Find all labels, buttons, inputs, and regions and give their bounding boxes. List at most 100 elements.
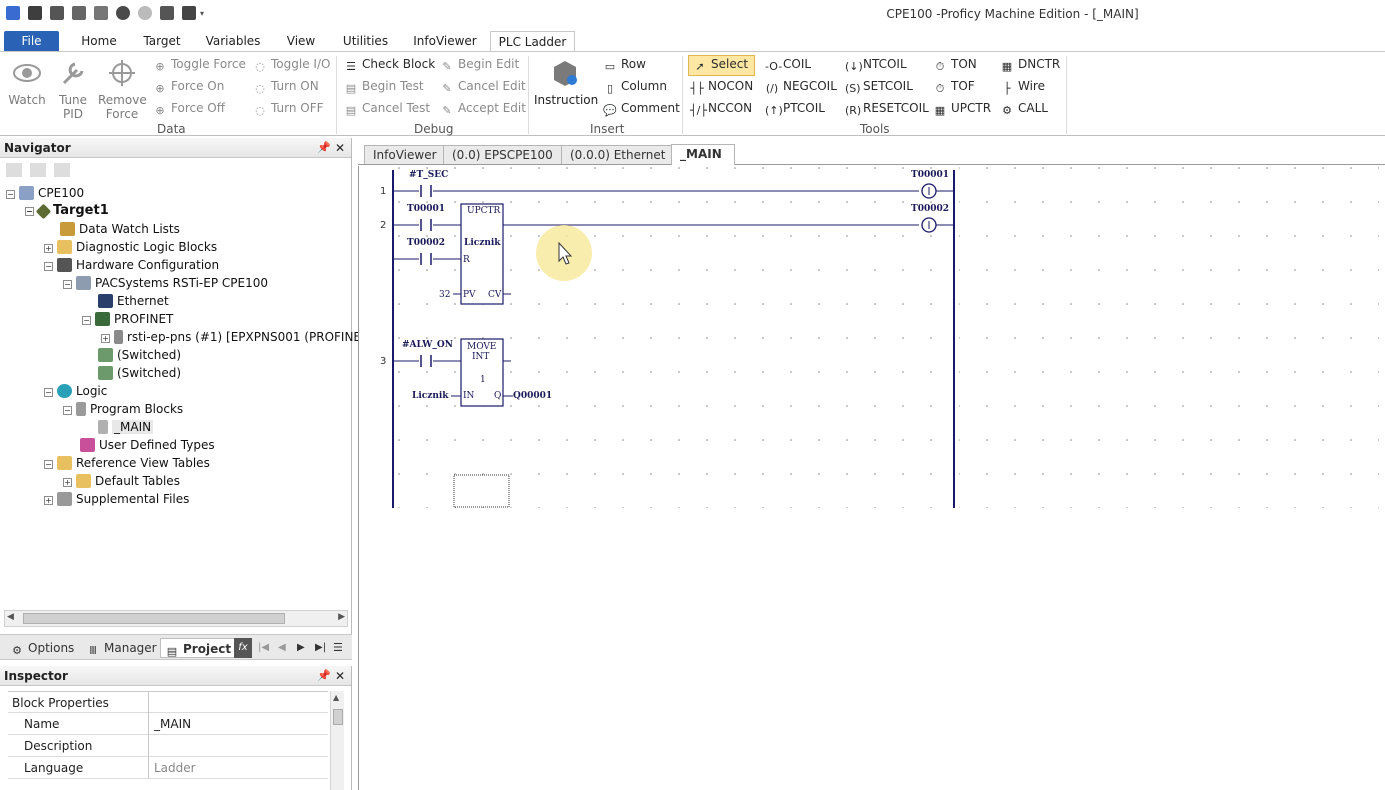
prev-icon[interactable]: ◀ xyxy=(278,638,286,658)
doc-tab-infoviewer[interactable]: InfoViewer xyxy=(364,145,446,164)
tree-item-reference-view-tables[interactable]: − Reference View Tables xyxy=(44,454,210,472)
accept-edit-button[interactable]: ✎ Accept Edit xyxy=(440,101,526,118)
pin-icon[interactable]: 📌 xyxy=(317,138,331,158)
watch-button[interactable]: Watch xyxy=(6,58,48,107)
nocon-tool-button[interactable]: ┤├ NOCON xyxy=(690,79,753,96)
setcoil-tool-button[interactable]: (S) SETCOIL xyxy=(845,79,913,96)
collapse-icon[interactable]: − xyxy=(63,280,72,289)
tree-item-user-defined-types[interactable]: User Defined Types xyxy=(80,436,215,454)
collapse-icon[interactable]: − xyxy=(44,388,53,397)
expand-icon[interactable]: + xyxy=(44,244,53,253)
next-icon[interactable]: ▶ xyxy=(297,638,305,658)
expand-icon[interactable]: + xyxy=(44,496,53,505)
tree-item-default-tables[interactable]: + Default Tables xyxy=(63,472,180,490)
qat-dropdown-icon[interactable]: ▾ xyxy=(200,9,208,18)
tab-fx[interactable]: fx xyxy=(234,638,252,658)
inspector-scrollbar[interactable]: ▲ xyxy=(330,691,344,790)
expand-icon[interactable]: + xyxy=(63,478,72,487)
turn-on-button[interactable]: ◌ Turn ON xyxy=(253,79,319,96)
menu-icon[interactable]: ☰ xyxy=(333,638,343,658)
select-tool-button[interactable]: ➚ Select xyxy=(688,55,756,76)
tree-item-profinet[interactable]: − PROFINET xyxy=(82,310,173,328)
tab-utilities[interactable]: Utilities xyxy=(338,31,393,52)
toggle-io-button[interactable]: ◌ Toggle I/O xyxy=(253,57,330,74)
tree-item-target1[interactable]: − Target1 xyxy=(25,202,109,220)
tree-item-rsti-ep-pns[interactable]: + rsti-ep-pns (#1) [EPXPNS001 (PROFINET xyxy=(101,328,368,346)
last-icon[interactable]: ▶| xyxy=(315,638,326,658)
instruction-button[interactable]: Instruction xyxy=(534,58,598,107)
ptcoil-tool-button[interactable]: (↑)PTCOIL xyxy=(765,101,825,118)
upctr-block[interactable] xyxy=(460,203,504,305)
cancel-test-button[interactable]: ▤ Cancel Test xyxy=(344,101,430,118)
tab-file[interactable]: File xyxy=(4,31,59,52)
force-off-button[interactable]: ⊕ Force Off xyxy=(153,101,225,118)
collapse-icon[interactable]: − xyxy=(44,262,53,271)
tree-item-program-blocks[interactable]: − Program Blocks xyxy=(63,400,183,418)
tree-item-ethernet[interactable]: Ethernet xyxy=(98,292,169,310)
refresh-icon[interactable] xyxy=(116,6,130,20)
tab-variables[interactable]: Variables xyxy=(203,31,263,52)
tree-item-pacsystems[interactable]: − PACSystems RSTi-EP CPE100 xyxy=(63,274,268,292)
coil-tool-button[interactable]: -O-COIL xyxy=(765,57,811,74)
stop-icon[interactable] xyxy=(138,6,152,20)
collapse-icon[interactable]: − xyxy=(44,460,53,469)
tab-manager[interactable]: Ⅲ Manager xyxy=(86,638,156,658)
save-icon[interactable] xyxy=(28,6,42,20)
tree-item-diagnostic-logic-blocks[interactable]: + Diagnostic Logic Blocks xyxy=(44,238,217,256)
scrollbar-thumb[interactable] xyxy=(23,613,285,624)
turn-off-button[interactable]: ◌ Turn OFF xyxy=(253,101,323,118)
row-button[interactable]: ▭ Row xyxy=(603,57,646,74)
view-icon[interactable] xyxy=(29,163,46,177)
inspector-row-language[interactable]: Language Ladder xyxy=(8,757,328,779)
check-block-button[interactable]: ☰ Check Block xyxy=(344,57,435,74)
collapse-icon[interactable]: − xyxy=(82,316,91,325)
scrollbar-thumb[interactable] xyxy=(333,709,343,725)
upctr-tool-button[interactable]: ▦ UPCTR xyxy=(933,101,991,118)
remove-force-button[interactable]: Remove Force xyxy=(98,58,147,121)
toggle-force-button[interactable]: ⊕ Toggle Force xyxy=(153,57,245,74)
tree-item-main[interactable]: _MAIN xyxy=(98,418,154,436)
wire-tool-button[interactable]: ├ Wire xyxy=(1000,79,1045,96)
tree-item-logic[interactable]: − Logic xyxy=(44,382,107,400)
save-all-icon[interactable] xyxy=(50,6,64,20)
horizontal-scrollbar[interactable]: ◀ ▶ xyxy=(4,610,348,627)
begin-test-button[interactable]: ▤ Begin Test xyxy=(344,79,424,96)
negcoil-tool-button[interactable]: (/) NEGCOIL xyxy=(765,79,837,96)
scroll-left-icon[interactable]: ◀ xyxy=(7,612,14,622)
begin-edit-button[interactable]: ✎ Begin Edit xyxy=(440,57,519,74)
tab-view[interactable]: View xyxy=(281,31,321,52)
doc-tab-ethernet[interactable]: (0.0.0) Ethernet xyxy=(561,145,675,164)
settings-icon[interactable] xyxy=(94,6,108,20)
tree-item-data-watch-lists[interactable]: Data Watch Lists xyxy=(60,220,180,238)
view-icon[interactable] xyxy=(53,163,70,177)
scroll-right-icon[interactable]: ▶ xyxy=(338,612,345,622)
tab-project[interactable]: ▤ Project xyxy=(160,638,237,658)
collapse-icon[interactable]: − xyxy=(63,406,72,415)
tree-item-supplemental-files[interactable]: + Supplemental Files xyxy=(44,490,189,508)
tab-target[interactable]: Target xyxy=(138,31,186,52)
collapse-icon[interactable]: − xyxy=(25,207,34,216)
doc-tab-epscpe100[interactable]: (0.0) EPSCPE100 xyxy=(443,145,562,164)
scroll-up-icon[interactable]: ▲ xyxy=(333,693,339,702)
collapse-icon[interactable]: − xyxy=(6,190,15,199)
view-icon[interactable] xyxy=(6,163,22,177)
tof-tool-button[interactable]: ⏱ TOF xyxy=(933,79,975,96)
tree-item-cpe100[interactable]: − CPE100 xyxy=(6,184,84,202)
column-button[interactable]: ▯ Column xyxy=(603,79,667,96)
tab-home[interactable]: Home xyxy=(76,31,122,52)
export-icon[interactable] xyxy=(72,6,86,20)
pin-icon[interactable]: 📌 xyxy=(317,666,331,686)
tab-plc-ladder[interactable]: PLC Ladder xyxy=(490,31,575,52)
dnctr-tool-button[interactable]: ▦ DNCTR xyxy=(1000,57,1060,74)
tree-item-switched-1[interactable]: (Switched) xyxy=(98,346,181,364)
doc-tab-main[interactable]: _MAIN xyxy=(671,144,735,165)
call-tool-button[interactable]: ⚙ CALL xyxy=(1000,101,1048,118)
ntcoil-tool-button[interactable]: (↓)NTCOIL xyxy=(845,57,907,74)
expand-icon[interactable]: + xyxy=(101,334,110,343)
resetcoil-tool-button[interactable]: (R) RESETCOIL xyxy=(845,101,929,118)
comment-button[interactable]: 💬 Comment xyxy=(603,101,680,118)
close-icon[interactable]: ✕ xyxy=(335,138,345,158)
first-icon[interactable]: |◀ xyxy=(258,638,269,658)
tune-pid-button[interactable]: Tune PID xyxy=(52,58,94,121)
ton-tool-button[interactable]: ⏱ TON xyxy=(933,57,977,74)
